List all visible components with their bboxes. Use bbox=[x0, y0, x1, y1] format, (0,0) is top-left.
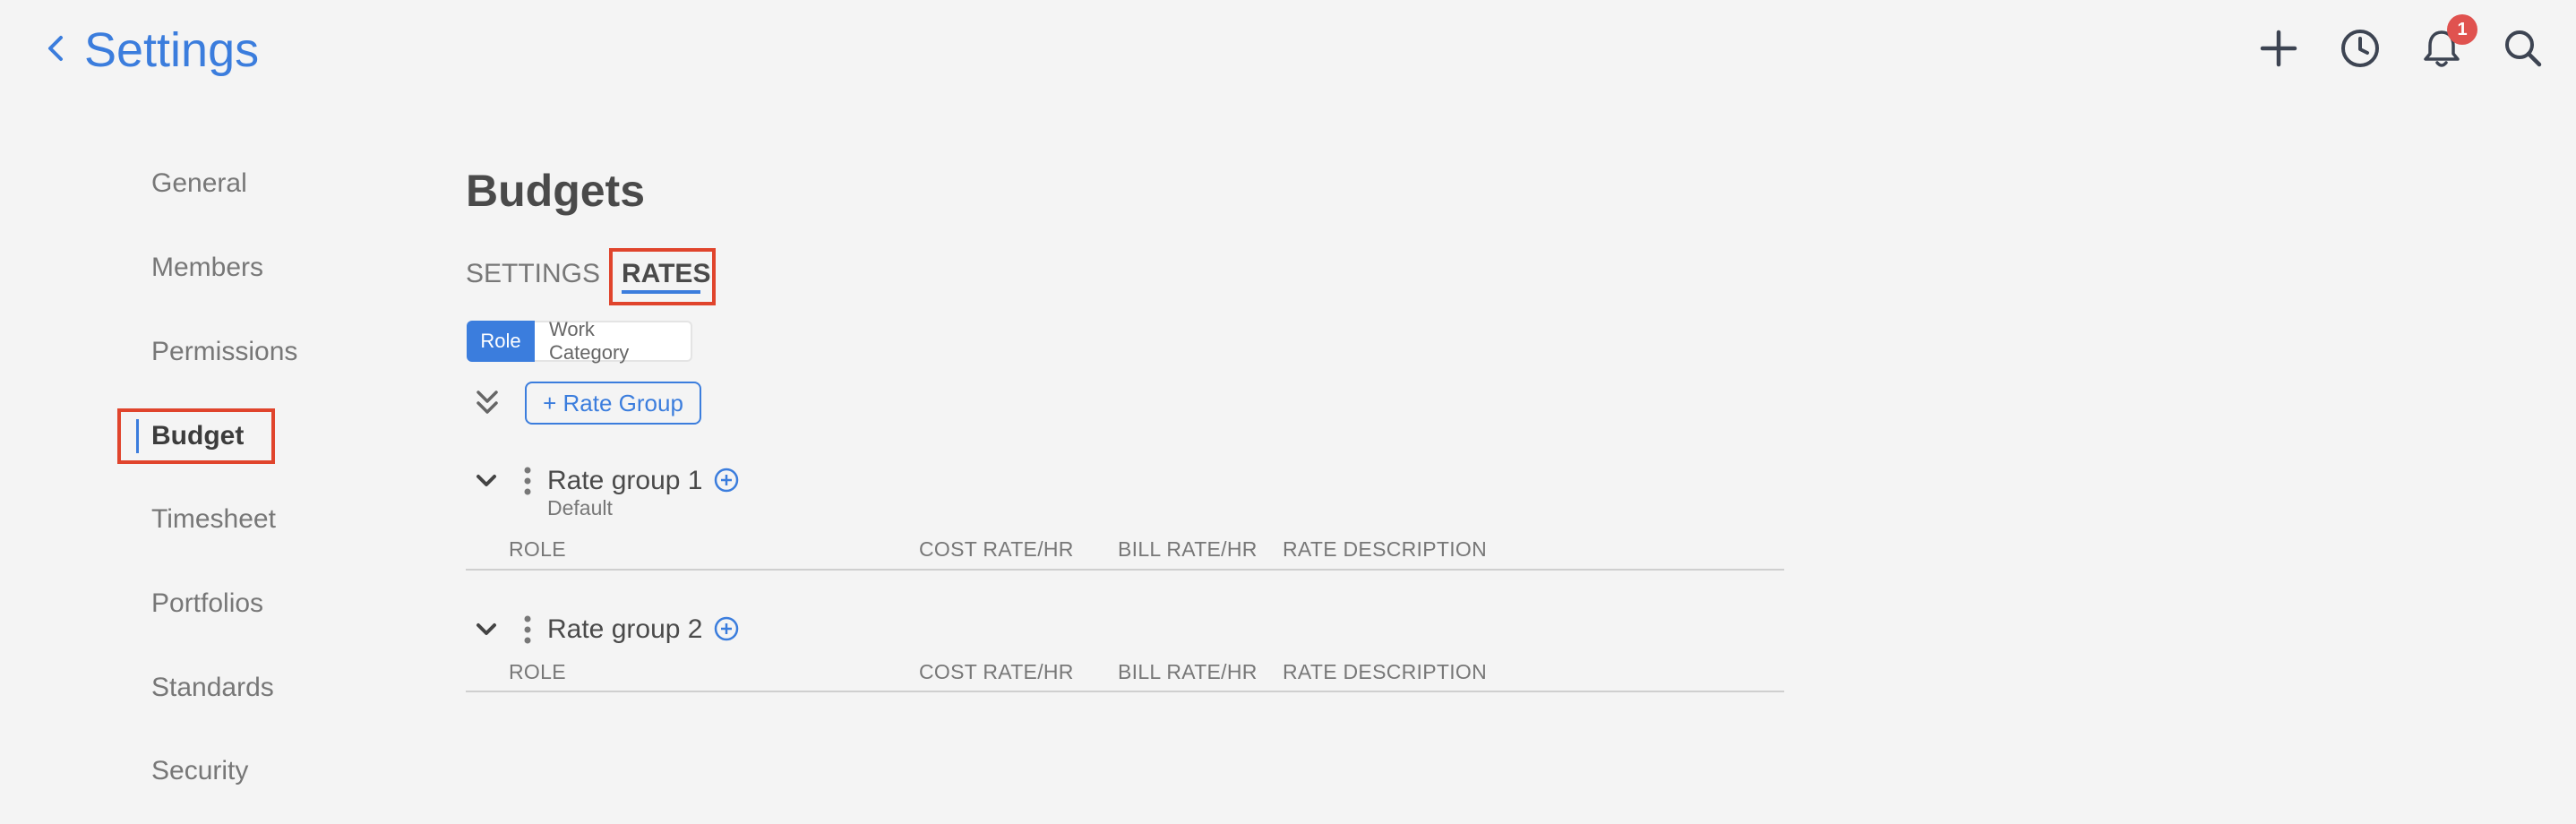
role-category-toggle: Role Work Category bbox=[467, 318, 692, 364]
table-divider bbox=[466, 691, 1784, 692]
column-header-cost-rate: COST RATE/HR bbox=[919, 660, 1074, 683]
toggle-work-category-button[interactable]: Work Category bbox=[535, 318, 692, 364]
header-actions bbox=[0, 25, 2576, 79]
toggle-role-button[interactable]: Role bbox=[467, 321, 535, 362]
plus-icon[interactable] bbox=[2255, 25, 2302, 72]
column-header-rate-description: RATE DESCRIPTION bbox=[1283, 660, 1488, 683]
column-header-role: ROLE bbox=[509, 660, 566, 683]
page-title: Budgets bbox=[466, 166, 645, 216]
add-rate-icon[interactable] bbox=[713, 467, 740, 494]
sidebar-item-portfolios[interactable]: Portfolios bbox=[151, 586, 263, 622]
tab-active-underline bbox=[622, 290, 700, 294]
sidebar-item-security[interactable]: Security bbox=[151, 753, 248, 789]
sidebar-item-timesheet[interactable]: Timesheet bbox=[151, 502, 276, 537]
column-header-bill-rate: BILL RATE/HR bbox=[1118, 660, 1258, 683]
drag-handle-icon[interactable] bbox=[523, 614, 532, 645]
add-rate-group-button[interactable]: + Rate Group bbox=[525, 382, 701, 425]
rate-group-name[interactable]: Rate group 1 bbox=[547, 463, 702, 499]
column-header-cost-rate: COST RATE/HR bbox=[919, 537, 1074, 561]
column-header-bill-rate: BILL RATE/HR bbox=[1118, 537, 1258, 561]
rate-group-default-label: Default bbox=[547, 496, 613, 519]
tab-rates[interactable]: RATES bbox=[622, 256, 710, 292]
add-rate-icon[interactable] bbox=[713, 615, 740, 642]
sidebar-item-general[interactable]: General bbox=[151, 166, 247, 202]
double-chevron-down-icon[interactable] bbox=[471, 385, 503, 421]
table-divider bbox=[466, 569, 1784, 571]
sidebar-item-budget[interactable]: Budget bbox=[151, 418, 244, 454]
column-header-role: ROLE bbox=[509, 537, 566, 561]
chevron-down-icon[interactable] bbox=[475, 472, 498, 490]
sidebar-item-standards[interactable]: Standards bbox=[151, 670, 274, 706]
notification-badge: 1 bbox=[2447, 14, 2477, 45]
clock-icon[interactable] bbox=[2337, 25, 2383, 72]
active-indicator bbox=[136, 419, 139, 453]
drag-handle-icon[interactable] bbox=[523, 466, 532, 496]
sidebar-item-members[interactable]: Members bbox=[151, 250, 263, 286]
column-header-rate-description: RATE DESCRIPTION bbox=[1283, 537, 1488, 561]
tab-settings[interactable]: SETTINGS bbox=[466, 256, 600, 292]
chevron-down-icon[interactable] bbox=[475, 621, 498, 639]
sidebar-item-permissions[interactable]: Permissions bbox=[151, 334, 297, 370]
search-icon[interactable] bbox=[2500, 25, 2546, 72]
rate-group-name[interactable]: Rate group 2 bbox=[547, 612, 702, 648]
